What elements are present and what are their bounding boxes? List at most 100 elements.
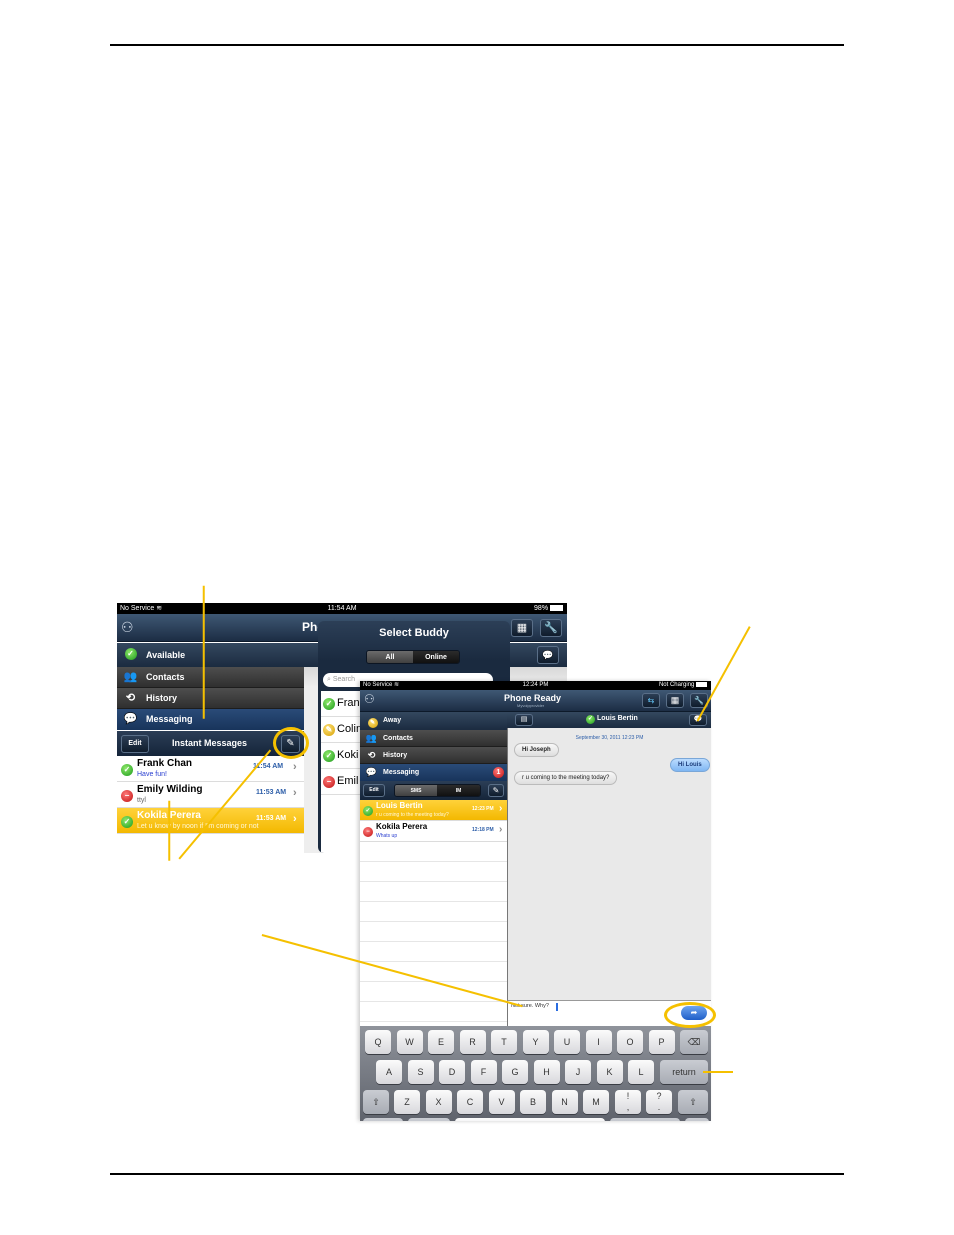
- key-y[interactable]: Y: [522, 1030, 549, 1054]
- history-icon: ⟲: [367, 750, 376, 760]
- key-s[interactable]: S: [407, 1060, 434, 1084]
- key-a[interactable]: A: [376, 1060, 402, 1084]
- keyboard-function-key[interactable]: [685, 1118, 709, 1121]
- conversation-row-selected[interactable]: ✓ Louis Bertin r u coming to the meeting…: [360, 800, 507, 821]
- key-l[interactable]: L: [628, 1060, 654, 1084]
- sidebar-item-messaging[interactable]: 💬 Messaging 1: [360, 764, 507, 781]
- status-bar: No Service ≋ 12:24 PM Not Charging: [360, 681, 711, 690]
- text-cursor: [556, 1003, 558, 1011]
- buddy-filter-segment: All Online: [366, 650, 460, 664]
- keyboard-function-key[interactable]: [408, 1118, 450, 1121]
- edit-button[interactable]: Edit: [121, 735, 149, 753]
- key-h[interactable]: H: [533, 1060, 560, 1084]
- segment-im[interactable]: IM: [437, 785, 480, 796]
- chevron-right-icon: ›: [499, 803, 503, 814]
- key-q[interactable]: Q: [365, 1030, 391, 1054]
- status-bar: No Service ≋ 11:54 AM 98%: [117, 603, 567, 614]
- chat-bubble-button[interactable]: 💬: [537, 646, 559, 664]
- available-icon: ✓: [121, 816, 133, 828]
- key-w[interactable]: W: [396, 1030, 423, 1054]
- presence-label: Available: [146, 650, 186, 660]
- edit-button[interactable]: Edit: [363, 784, 385, 797]
- onscreen-keyboard: Q W E R T Y U I O P ⌫ A S D F G H J K Lreturn ⇧ Z X C V B N M!,?. ⇧: [360, 1026, 711, 1121]
- key-z[interactable]: Z: [394, 1090, 420, 1114]
- key-g[interactable]: G: [502, 1060, 528, 1084]
- contacts-icon: 👥: [365, 733, 378, 743]
- dialpad-button[interactable]: ▦: [511, 619, 533, 637]
- segment-all[interactable]: All: [367, 651, 413, 663]
- busy-icon: −: [121, 790, 133, 802]
- key-k[interactable]: K: [596, 1060, 623, 1084]
- send-highlight-ring: [664, 1002, 716, 1028]
- dialpad-button[interactable]: ▦: [666, 693, 684, 708]
- chevron-right-icon: ›: [293, 761, 297, 773]
- sidebar-item-label: Contacts: [146, 672, 185, 682]
- presence-status[interactable]: ✎ Away: [360, 712, 507, 730]
- return-key[interactable]: return: [660, 1060, 708, 1084]
- settings-button[interactable]: 🔧: [540, 619, 562, 637]
- sidebar-item-label: Messaging: [383, 769, 420, 776]
- sidebar-item-messaging[interactable]: 💬 Messaging: [117, 709, 304, 730]
- key-exclaim-comma[interactable]: !,: [615, 1090, 641, 1114]
- sidebar-item-history[interactable]: ⟲ History: [360, 747, 507, 764]
- segment-sms[interactable]: SMS: [395, 785, 438, 796]
- key-j[interactable]: J: [565, 1060, 591, 1084]
- key-e[interactable]: E: [428, 1030, 454, 1054]
- chat-transcript: September 30, 2011 12:23 PM Hi Joseph Hi…: [507, 728, 711, 1000]
- keyboard-function-key[interactable]: [610, 1118, 680, 1121]
- key-f[interactable]: F: [470, 1060, 497, 1084]
- shift-key-left[interactable]: ⇧: [363, 1090, 389, 1114]
- sidebar-item-contacts[interactable]: 👥 Contacts: [360, 730, 507, 747]
- messaging-icon: 💬: [365, 767, 378, 777]
- key-p[interactable]: P: [648, 1030, 675, 1054]
- callout-line: [203, 585, 205, 719]
- sidebar-item-history[interactable]: ⟲ History: [117, 688, 304, 709]
- busy-icon: −: [363, 827, 373, 837]
- key-d[interactable]: D: [439, 1060, 465, 1084]
- segment-online[interactable]: Online: [413, 651, 459, 663]
- chat-header: ▤ ✓ Louis Bertin 💬: [507, 712, 711, 728]
- search-icon: ⌕: [327, 676, 331, 683]
- shift-key-right[interactable]: ⇧: [678, 1090, 708, 1114]
- app-header: ⚇ Phone Ready Myvoipprovider ⇆ ▦ 🔧: [360, 690, 711, 712]
- presence-status[interactable]: ✓ Available: [117, 643, 304, 667]
- key-m[interactable]: M: [583, 1090, 609, 1114]
- space-key[interactable]: [455, 1118, 605, 1121]
- conversation-row[interactable]: − Emily Wilding ttyl 11:53 AM ›: [117, 782, 304, 808]
- presence-sync-button[interactable]: ⇆: [642, 693, 660, 708]
- battery-label: 98%: [534, 605, 549, 612]
- available-icon: ✓: [363, 806, 373, 816]
- key-c[interactable]: C: [457, 1090, 483, 1114]
- callout-line: [703, 1071, 733, 1073]
- key-question-period[interactable]: ?.: [646, 1090, 672, 1114]
- app-logo-icon: ⚇: [364, 692, 375, 706]
- callout-line: [168, 800, 170, 861]
- key-b[interactable]: B: [520, 1090, 546, 1114]
- battery-icon: [550, 605, 563, 612]
- conversation-row[interactable]: − Kokila Perera Whats up 12:18 PM ›: [360, 821, 507, 842]
- sidebar-item-label: History: [383, 752, 408, 759]
- key-i[interactable]: I: [585, 1030, 612, 1054]
- popover-title: Select Buddy: [379, 627, 449, 639]
- sidebar-item-contacts[interactable]: 👥 Contacts: [117, 667, 304, 688]
- presence-label: Away: [383, 717, 402, 724]
- contacts-icon: 👥: [123, 671, 138, 683]
- key-v[interactable]: V: [488, 1090, 515, 1114]
- key-x[interactable]: X: [425, 1090, 452, 1114]
- conversation-row[interactable]: ✓ Frank Chan Have fun! 11:54 AM ›: [117, 756, 304, 782]
- compose-button[interactable]: ✎: [488, 784, 504, 797]
- key-o[interactable]: O: [617, 1030, 643, 1054]
- busy-icon: −: [323, 776, 335, 788]
- available-icon: ✓: [323, 698, 335, 710]
- message-bubble-incoming: Hi Joseph: [514, 743, 559, 757]
- key-n[interactable]: N: [551, 1090, 578, 1114]
- app-title: Phone Ready: [504, 693, 562, 703]
- contact-card-button[interactable]: ▤: [515, 714, 533, 726]
- keyboard-function-key[interactable]: [363, 1118, 403, 1121]
- key-u[interactable]: U: [554, 1030, 580, 1054]
- key-t[interactable]: T: [491, 1030, 517, 1054]
- key-r[interactable]: R: [459, 1030, 486, 1054]
- sidebar-item-label: Contacts: [383, 735, 413, 742]
- delete-key[interactable]: ⌫: [680, 1030, 708, 1054]
- im-toolbar-title: Instant Messages: [172, 738, 248, 748]
